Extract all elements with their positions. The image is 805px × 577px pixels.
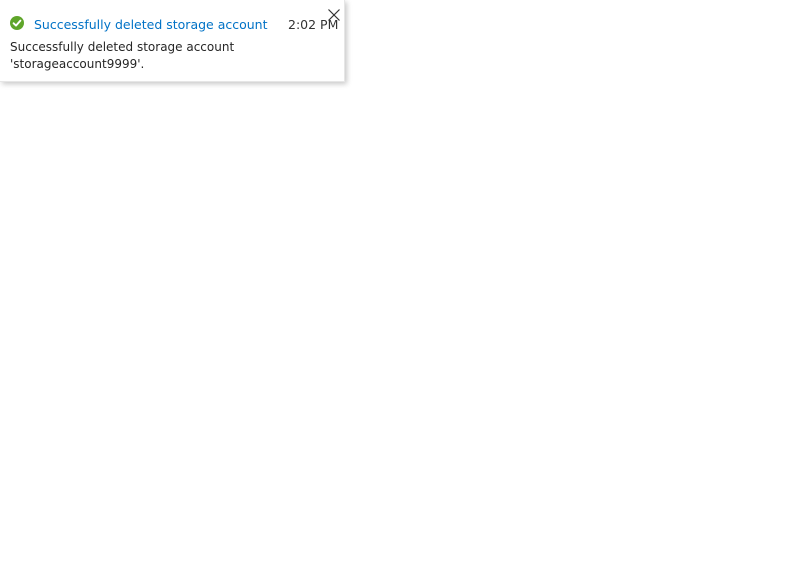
notification-toast[interactable]: Successfully deleted storage account 2:0… <box>0 0 345 82</box>
notification-message: Successfully deleted storage account 'st… <box>10 40 235 71</box>
portal-page: Successfully deleted storage account 2:0… <box>0 0 805 577</box>
success-check-icon <box>10 16 24 30</box>
close-icon[interactable] <box>325 6 343 24</box>
notification-title[interactable]: Successfully deleted storage account <box>34 17 268 33</box>
